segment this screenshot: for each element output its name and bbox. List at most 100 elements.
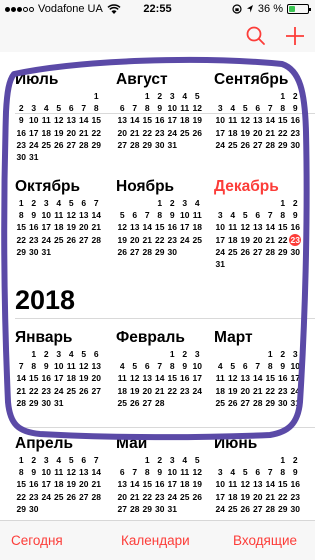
month-block[interactable]: Февраль 1 2 3 4 5 6 7 8 9 10 11 12 13 14 15 16 17 18 19 20 21… [116,328,214,409]
day: 9 [31,467,37,478]
month-block[interactable]: Октябрь 1 2 3 4 5 6 7 8 9 10 11 12 13 14 15 16 17 18 19 20 21… [15,177,113,258]
day: 14 [130,115,140,126]
month-block[interactable]: Ноябрь 1 2 3 4 5 6 7 8 9 10 11 12 13 14 15 16 17 18 19 20 21 2… [116,177,214,258]
day: 22 [16,491,26,502]
day: 1 [144,91,150,101]
day: 28 [253,397,263,408]
day: 25 [117,397,127,408]
month-block[interactable]: Сентябрь 1 2 3 4 5 6 7 8 9 10 11 12 13 14 15 16 17 18 19 20 2… [214,70,312,151]
month-block[interactable]: Июнь 1 2 3 4 5 6 7 8 9 10 11 12 13 14 15 16 17 18 19 20 21 22 2… [214,434,312,515]
day-blank [154,348,167,360]
month-block[interactable]: Март 1 2 3 4 5 6 7 8 9 10 11 12 13 14 15 16 17 18 19 20 21 22 2… [214,328,312,409]
day: 13 [253,479,263,490]
day: 24 [41,491,51,502]
day: 17 [290,373,300,384]
day: 2 [157,91,163,101]
day: 15 [155,222,165,233]
day-blank [116,197,129,209]
day: 7 [144,210,150,221]
day: 30 [290,503,300,514]
day: 14 [91,467,101,478]
day: 27 [66,139,76,150]
day: 6 [144,361,150,372]
day: 13 [91,361,101,372]
day-grid: 1 2 3 4 5 6 7 8 9 10 11 12 13 14 15 16 17 18 19 20 21 22 23 24 2… [214,348,312,409]
day: 26 [66,491,76,502]
month-name: Январь [15,329,73,346]
day: 28 [130,139,140,150]
day: 13 [66,115,76,126]
day: 31 [290,397,300,408]
day: 2 [292,198,298,208]
day: 8 [267,361,273,372]
today-button[interactable]: Сегодня [11,533,63,548]
day: 15 [265,373,275,384]
day-blank [227,348,240,360]
day: 16 [180,373,190,384]
day: 28 [265,246,275,257]
day: 17 [192,373,202,384]
day-blank [28,90,41,102]
day: 8 [280,467,286,478]
day: 3 [217,210,223,221]
day: 3 [217,467,223,478]
month-block[interactable]: Июль 1 2 3 4 5 6 7 8 9 10 11 12 13 14 15 16 17 18 19 20 21 22 2… [15,70,113,163]
day: 10 [167,467,177,478]
month-name: Июнь [214,435,258,452]
day: 15 [167,373,177,384]
month-block[interactable]: Апрель 1 2 3 4 5 6 7 8 9 10 11 12 13 14 15 16 17 18 19 20 21 2… [15,434,113,515]
month-block[interactable]: Декабрь 1 2 3 4 5 6 7 8 9 10 11 12 13 14 15 16 17 18 19 20 21… [214,177,312,270]
day: 17 [167,115,177,126]
day: 25 [54,234,64,245]
day: 15 [142,115,152,126]
day: 24 [41,234,51,245]
day: 12 [117,222,127,233]
day: 6 [255,467,261,478]
day: 25 [180,491,190,502]
day: 2 [292,455,298,465]
day: 4 [43,103,49,114]
day: 4 [119,361,125,372]
calendar-year-view[interactable]: 2018 Июль 1 2 3 4 5 6 7 8 9 10 11 12 13 14 15 16 17 18 19 20… [0,52,315,520]
day: 5 [119,210,125,221]
day: 16 [167,222,177,233]
day: 25 [66,385,76,396]
day: 26 [192,491,202,502]
plus-icon[interactable] [283,24,307,48]
day: 5 [230,361,236,372]
day: 4 [194,198,200,208]
day: 5 [242,210,248,221]
day: 20 [91,373,101,384]
day: 10 [215,115,225,126]
day: 18 [41,127,51,138]
day: 8 [93,103,99,114]
day: 25 [228,246,238,257]
search-icon[interactable] [244,24,268,48]
day-grid: 1 2 3 4 5 6 7 8 9 10 11 12 13 14 15 16 17 18 19 20 21 22 23 24 2… [15,90,113,163]
day: 25 [228,139,238,150]
day: 14 [142,222,152,233]
day: 23 [180,385,190,396]
day: 27 [117,139,127,150]
day: 7 [93,455,99,465]
day: 10 [192,361,202,372]
day: 12 [66,210,76,221]
day-blank [53,90,66,102]
day: 30 [278,397,288,408]
month-block[interactable]: Август 1 2 3 4 5 6 7 8 9 10 11 12 13 14 15 16 17 18 19 20 21 2… [116,70,214,151]
day: 11 [192,210,202,221]
day: 10 [167,103,177,114]
day: 6 [132,210,138,221]
inbox-button[interactable]: Входящие [233,533,297,548]
day: 26 [54,139,64,150]
day: 1 [157,198,163,208]
day: 8 [144,103,150,114]
day: 5 [194,91,200,101]
day: 22 [278,127,288,138]
day: 10 [180,210,190,221]
day: 20 [130,234,140,245]
month-block[interactable]: Май 1 2 3 4 5 6 7 8 9 10 11 12 13 14 15 16 17 18 19 20 21 22 23… [116,434,214,515]
month-block[interactable]: Январь 1 2 3 4 5 6 7 8 9 10 11 12 13 14 15 16 17 18 19 20 21 2… [15,328,113,409]
day: 16 [290,479,300,490]
calendars-button[interactable]: Календари [121,533,190,548]
